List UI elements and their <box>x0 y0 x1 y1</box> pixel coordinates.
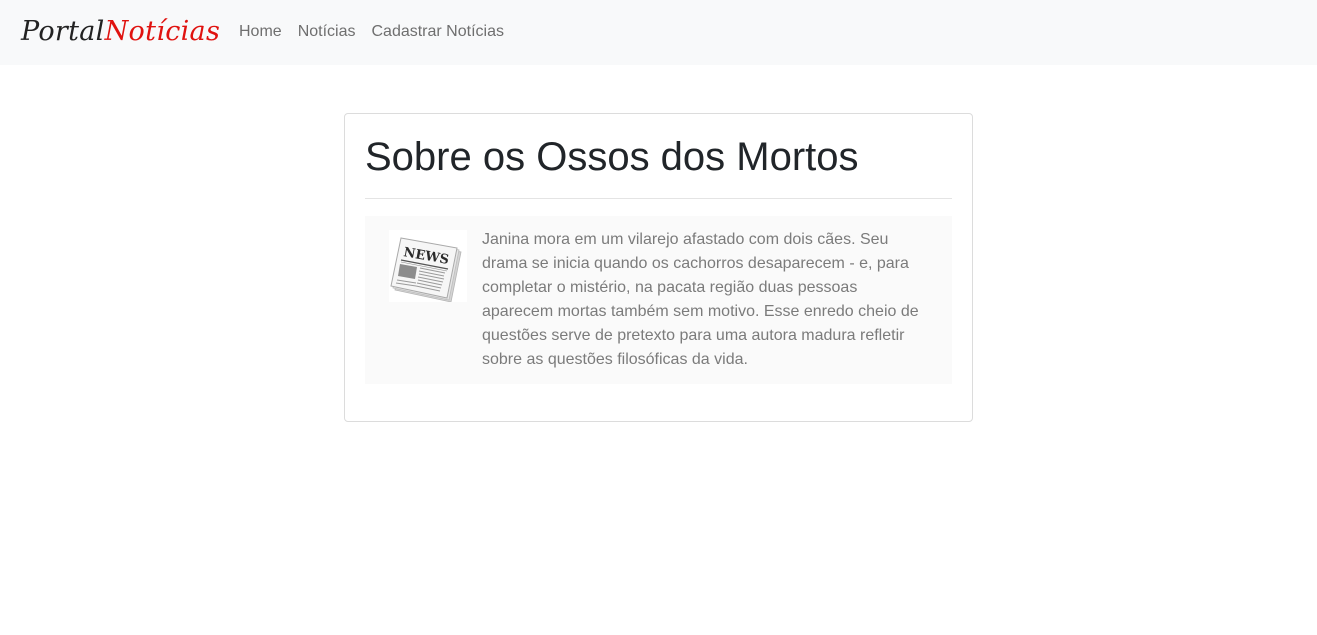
nav-item-noticias: Notícias <box>290 20 364 44</box>
brand-noticias-text: Notícias <box>104 16 221 47</box>
article-excerpt: Janina mora em um vilarejo afastado com … <box>482 231 919 368</box>
navbar: PortalNotícias Home Notícias Cadastrar N… <box>0 0 1317 65</box>
brand-portal-text: Portal <box>21 16 105 47</box>
nav-link-noticias[interactable]: Notícias <box>290 20 364 44</box>
newspaper-icon: NEWS <box>389 230 467 302</box>
nav-item-cadastrar: Cadastrar Notícias <box>363 20 512 44</box>
article-card: Sobre os Ossos dos Mortos NEWS Janina mo… <box>344 113 973 422</box>
nav-link-home[interactable]: Home <box>231 20 290 44</box>
nav-item-home: Home <box>231 20 290 44</box>
title-divider <box>365 198 952 199</box>
brand-logo[interactable]: PortalNotícias <box>21 15 220 49</box>
nav-link-cadastrar-noticias[interactable]: Cadastrar Notícias <box>363 20 512 44</box>
news-item: NEWS Janina mora em um vilarejo afastado… <box>365 216 952 384</box>
nav-links: Home Notícias Cadastrar Notícias <box>231 20 512 44</box>
article-title: Sobre os Ossos dos Mortos <box>365 135 859 179</box>
